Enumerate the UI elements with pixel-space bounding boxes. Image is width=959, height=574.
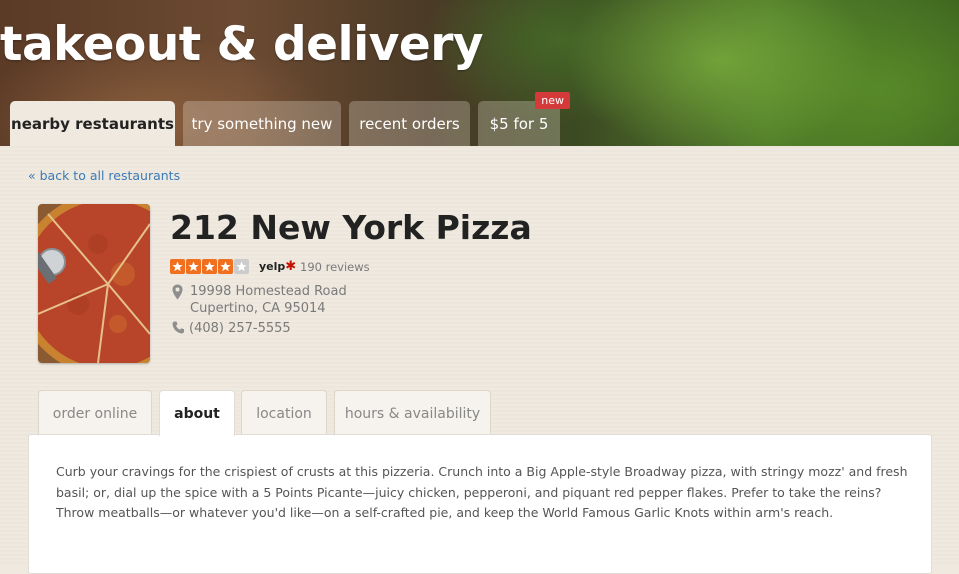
- tab-nearby-restaurants[interactable]: nearby restaurants: [10, 101, 175, 146]
- tab-label: nearby restaurants: [11, 115, 174, 133]
- tab-label: try something new: [191, 115, 333, 133]
- star-icon: [186, 259, 201, 274]
- yelp-burst-icon: ✱: [285, 259, 297, 274]
- hero-banner: takeout & delivery nearby restaurants tr…: [0, 0, 959, 146]
- address-line-1: 19998 Homestead Road: [190, 284, 347, 299]
- yelp-logo: yelp✱: [259, 259, 296, 275]
- tab-about[interactable]: about: [159, 390, 235, 436]
- tab-label: order online: [52, 406, 138, 422]
- page-title: takeout & delivery: [0, 17, 484, 72]
- restaurant-name: 212 New York Pizza: [170, 208, 532, 247]
- tab-location[interactable]: location: [241, 390, 327, 434]
- tab-5-for-5[interactable]: $5 for 5 new: [478, 92, 570, 146]
- star-icon: [170, 259, 185, 274]
- about-description: Curb your cravings for the crispiest of …: [56, 464, 908, 520]
- address-line-2: Cupertino, CA 95014: [190, 301, 326, 316]
- tab-recent-orders[interactable]: recent orders: [349, 101, 470, 146]
- star-rating: [170, 259, 249, 274]
- tab-order-online[interactable]: order online: [38, 390, 152, 434]
- yelp-wordmark: yelp: [259, 260, 286, 273]
- tab-try-something-new[interactable]: try something new: [183, 101, 341, 146]
- pizza-image: [38, 204, 150, 363]
- review-count[interactable]: 190 reviews: [300, 259, 370, 275]
- tab-hours-availability[interactable]: hours & availability: [334, 390, 491, 434]
- star-empty-icon: [234, 259, 249, 274]
- star-icon: [202, 259, 217, 274]
- tab-label: recent orders: [359, 115, 460, 133]
- back-to-restaurants-link[interactable]: « back to all restaurants: [28, 168, 180, 183]
- star-icon: [218, 259, 233, 274]
- tab-label: about: [174, 406, 220, 422]
- tab-label: location: [256, 406, 312, 422]
- phone-icon: [172, 321, 184, 334]
- tab-label: $5 for 5: [489, 115, 549, 133]
- restaurant-photo: [38, 204, 150, 363]
- new-badge: new: [535, 92, 570, 109]
- phone-number[interactable]: (408) 257-5555: [189, 321, 291, 337]
- tab-label: hours & availability: [344, 406, 481, 422]
- map-pin-icon: [172, 284, 183, 300]
